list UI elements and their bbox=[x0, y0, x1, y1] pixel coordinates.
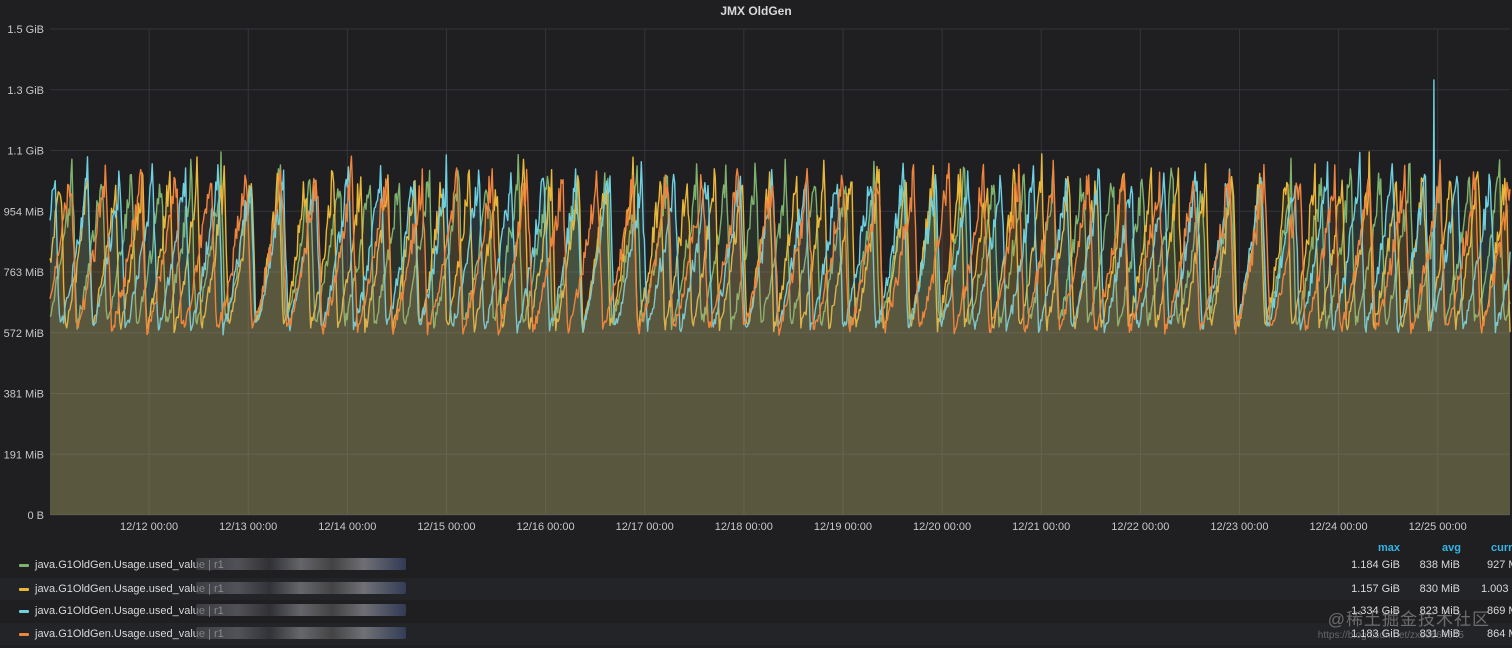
legend-header-curr[interactable]: curr bbox=[1491, 542, 1512, 554]
legend-row-0[interactable]: java.G1OldGen.Usage.used_value | r1 1.18… bbox=[0, 554, 1512, 576]
legend-max-value: 1.184 GiB bbox=[1351, 559, 1400, 571]
redacted-text bbox=[196, 582, 406, 594]
x-tick-label: 12/12 00:00 bbox=[120, 521, 178, 533]
legend-row-2[interactable]: java.G1OldGen.Usage.used_value | r1 1.33… bbox=[0, 600, 1512, 622]
x-tick-label: 12/13 00:00 bbox=[219, 521, 277, 533]
y-tick-label: 954 MiB bbox=[4, 206, 44, 218]
redacted-text bbox=[196, 558, 406, 570]
legend-curr-value: 864 M bbox=[1487, 628, 1512, 640]
legend-avg-value: 838 MiB bbox=[1419, 559, 1460, 571]
chart-area[interactable]: 0 B 191 MiB 381 MiB 572 MiB 763 MiB 954 MiB 1.… bbox=[0, 0, 1512, 538]
redacted-text bbox=[196, 627, 406, 639]
y-tick-label: 1.1 GiB bbox=[7, 146, 44, 158]
legend-avg-value: 830 MiB bbox=[1419, 583, 1460, 595]
legend-header-max[interactable]: max bbox=[1378, 542, 1400, 554]
watermark-text: @稀土掘金技术社区 bbox=[1327, 610, 1490, 629]
x-tick-label: 12/20 00:00 bbox=[913, 521, 971, 533]
series-color-swatch[interactable] bbox=[19, 610, 29, 613]
redacted-text bbox=[196, 604, 406, 616]
y-tick-label: 763 MiB bbox=[4, 267, 44, 279]
y-tick-label: 191 MiB bbox=[4, 449, 44, 461]
series-color-swatch[interactable] bbox=[19, 564, 29, 567]
x-tick-label: 12/25 00:00 bbox=[1409, 521, 1467, 533]
y-tick-label: 1.3 GiB bbox=[7, 85, 44, 97]
x-tick-label: 12/22 00:00 bbox=[1111, 521, 1169, 533]
x-tick-label: 12/14 00:00 bbox=[318, 521, 376, 533]
x-tick-label: 12/18 00:00 bbox=[715, 521, 773, 533]
y-tick-label: 0 B bbox=[27, 510, 44, 522]
legend-row-1[interactable]: java.G1OldGen.Usage.used_value | r1 1.15… bbox=[0, 578, 1512, 600]
y-tick-label: 572 MiB bbox=[4, 328, 44, 340]
legend-row-3[interactable]: java.G1OldGen.Usage.used_value | r1 1.18… bbox=[0, 623, 1512, 645]
x-tick-label: 12/17 00:00 bbox=[616, 521, 674, 533]
legend-curr-value: 927 M bbox=[1487, 559, 1512, 571]
y-tick-label: 1.5 GiB bbox=[7, 24, 44, 36]
legend-max-value: 1.157 GiB bbox=[1351, 583, 1400, 595]
legend-curr-value: 1.003 G bbox=[1481, 583, 1512, 595]
series-color-swatch[interactable] bbox=[19, 588, 29, 591]
x-tick-label: 12/21 00:00 bbox=[1012, 521, 1070, 533]
x-tick-label: 12/15 00:00 bbox=[417, 521, 475, 533]
legend-curr-value: 869 M bbox=[1487, 605, 1512, 617]
x-tick-label: 12/24 00:00 bbox=[1310, 521, 1368, 533]
x-tick-label: 12/16 00:00 bbox=[517, 521, 575, 533]
legend-header-avg[interactable]: avg bbox=[1442, 542, 1461, 554]
watermark-url: https://blog.csdn.net/zxs0564645 bbox=[1317, 630, 1464, 641]
x-tick-label: 12/19 00:00 bbox=[814, 521, 872, 533]
graph-panel: JMX OldGen 0 B 191 MiB 381 MiB 572 MiB 763 M… bbox=[0, 0, 1512, 648]
y-tick-label: 381 MiB bbox=[4, 389, 44, 401]
series-color-swatch[interactable] bbox=[19, 633, 29, 636]
x-tick-label: 12/23 00:00 bbox=[1210, 521, 1268, 533]
